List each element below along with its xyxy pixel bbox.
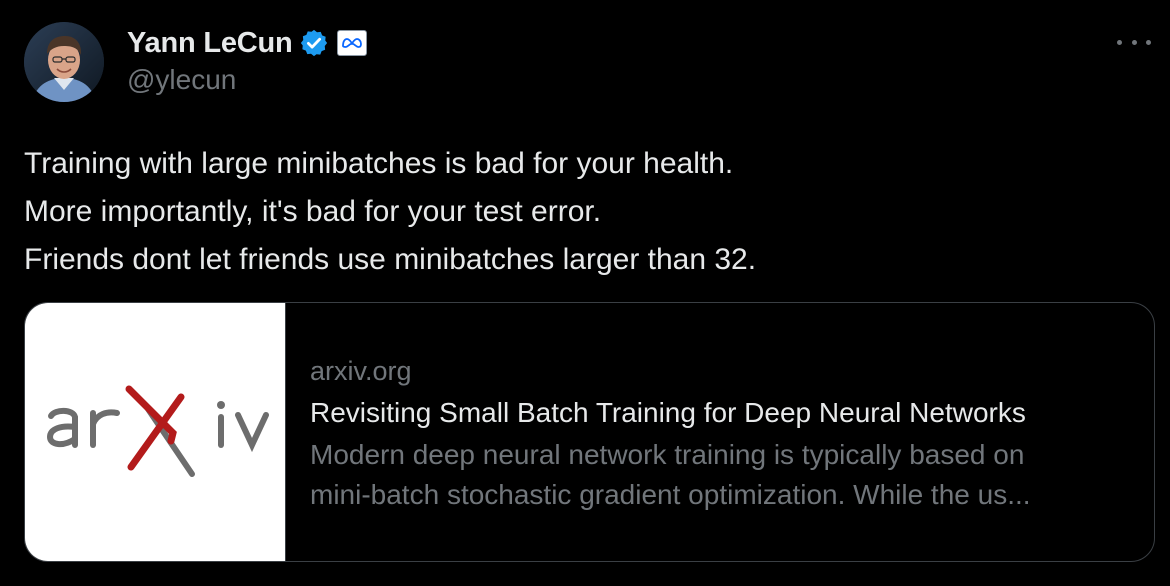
arxiv-logo-icon xyxy=(46,385,269,477)
dot-icon xyxy=(1146,39,1151,45)
avatar-photo-icon xyxy=(24,22,104,102)
tweet-text-line: More importantly, it's bad for your test… xyxy=(24,195,602,228)
author-avatar[interactable] xyxy=(24,22,104,102)
tweet-text-line: Training with large minibatches is bad f… xyxy=(24,147,734,180)
more-options-icon[interactable] xyxy=(1117,36,1151,48)
tweet: Yann LeCun @ylecun Training with large m… xyxy=(0,0,1170,586)
tweet-text: Training with large minibatches is bad f… xyxy=(24,140,1144,284)
card-domain: arxiv.org xyxy=(310,356,412,386)
card-thumbnail xyxy=(25,303,286,561)
author-name-row: Yann LeCun xyxy=(127,25,367,61)
card-title[interactable]: Revisiting Small Batch Training for Deep… xyxy=(310,391,1130,435)
author-display-name[interactable]: Yann LeCun xyxy=(127,27,293,60)
dot-icon xyxy=(1117,39,1122,45)
verified-badge-icon[interactable] xyxy=(299,28,329,58)
author-handle[interactable]: @ylecun xyxy=(127,64,236,96)
meta-logo-icon[interactable] xyxy=(336,30,367,56)
card-description-line: mini-batch stochastic gradient optimizat… xyxy=(310,479,1031,510)
card-description-line: Modern deep neural network training is t… xyxy=(310,439,1025,470)
dot-icon xyxy=(1131,39,1137,45)
link-card[interactable]: arxiv.org Revisiting Small Batch Trainin… xyxy=(24,302,1155,562)
card-body: arxiv.org Revisiting Small Batch Trainin… xyxy=(310,351,1130,515)
tweet-text-line: Friends dont let friends use minibatches… xyxy=(24,243,757,276)
